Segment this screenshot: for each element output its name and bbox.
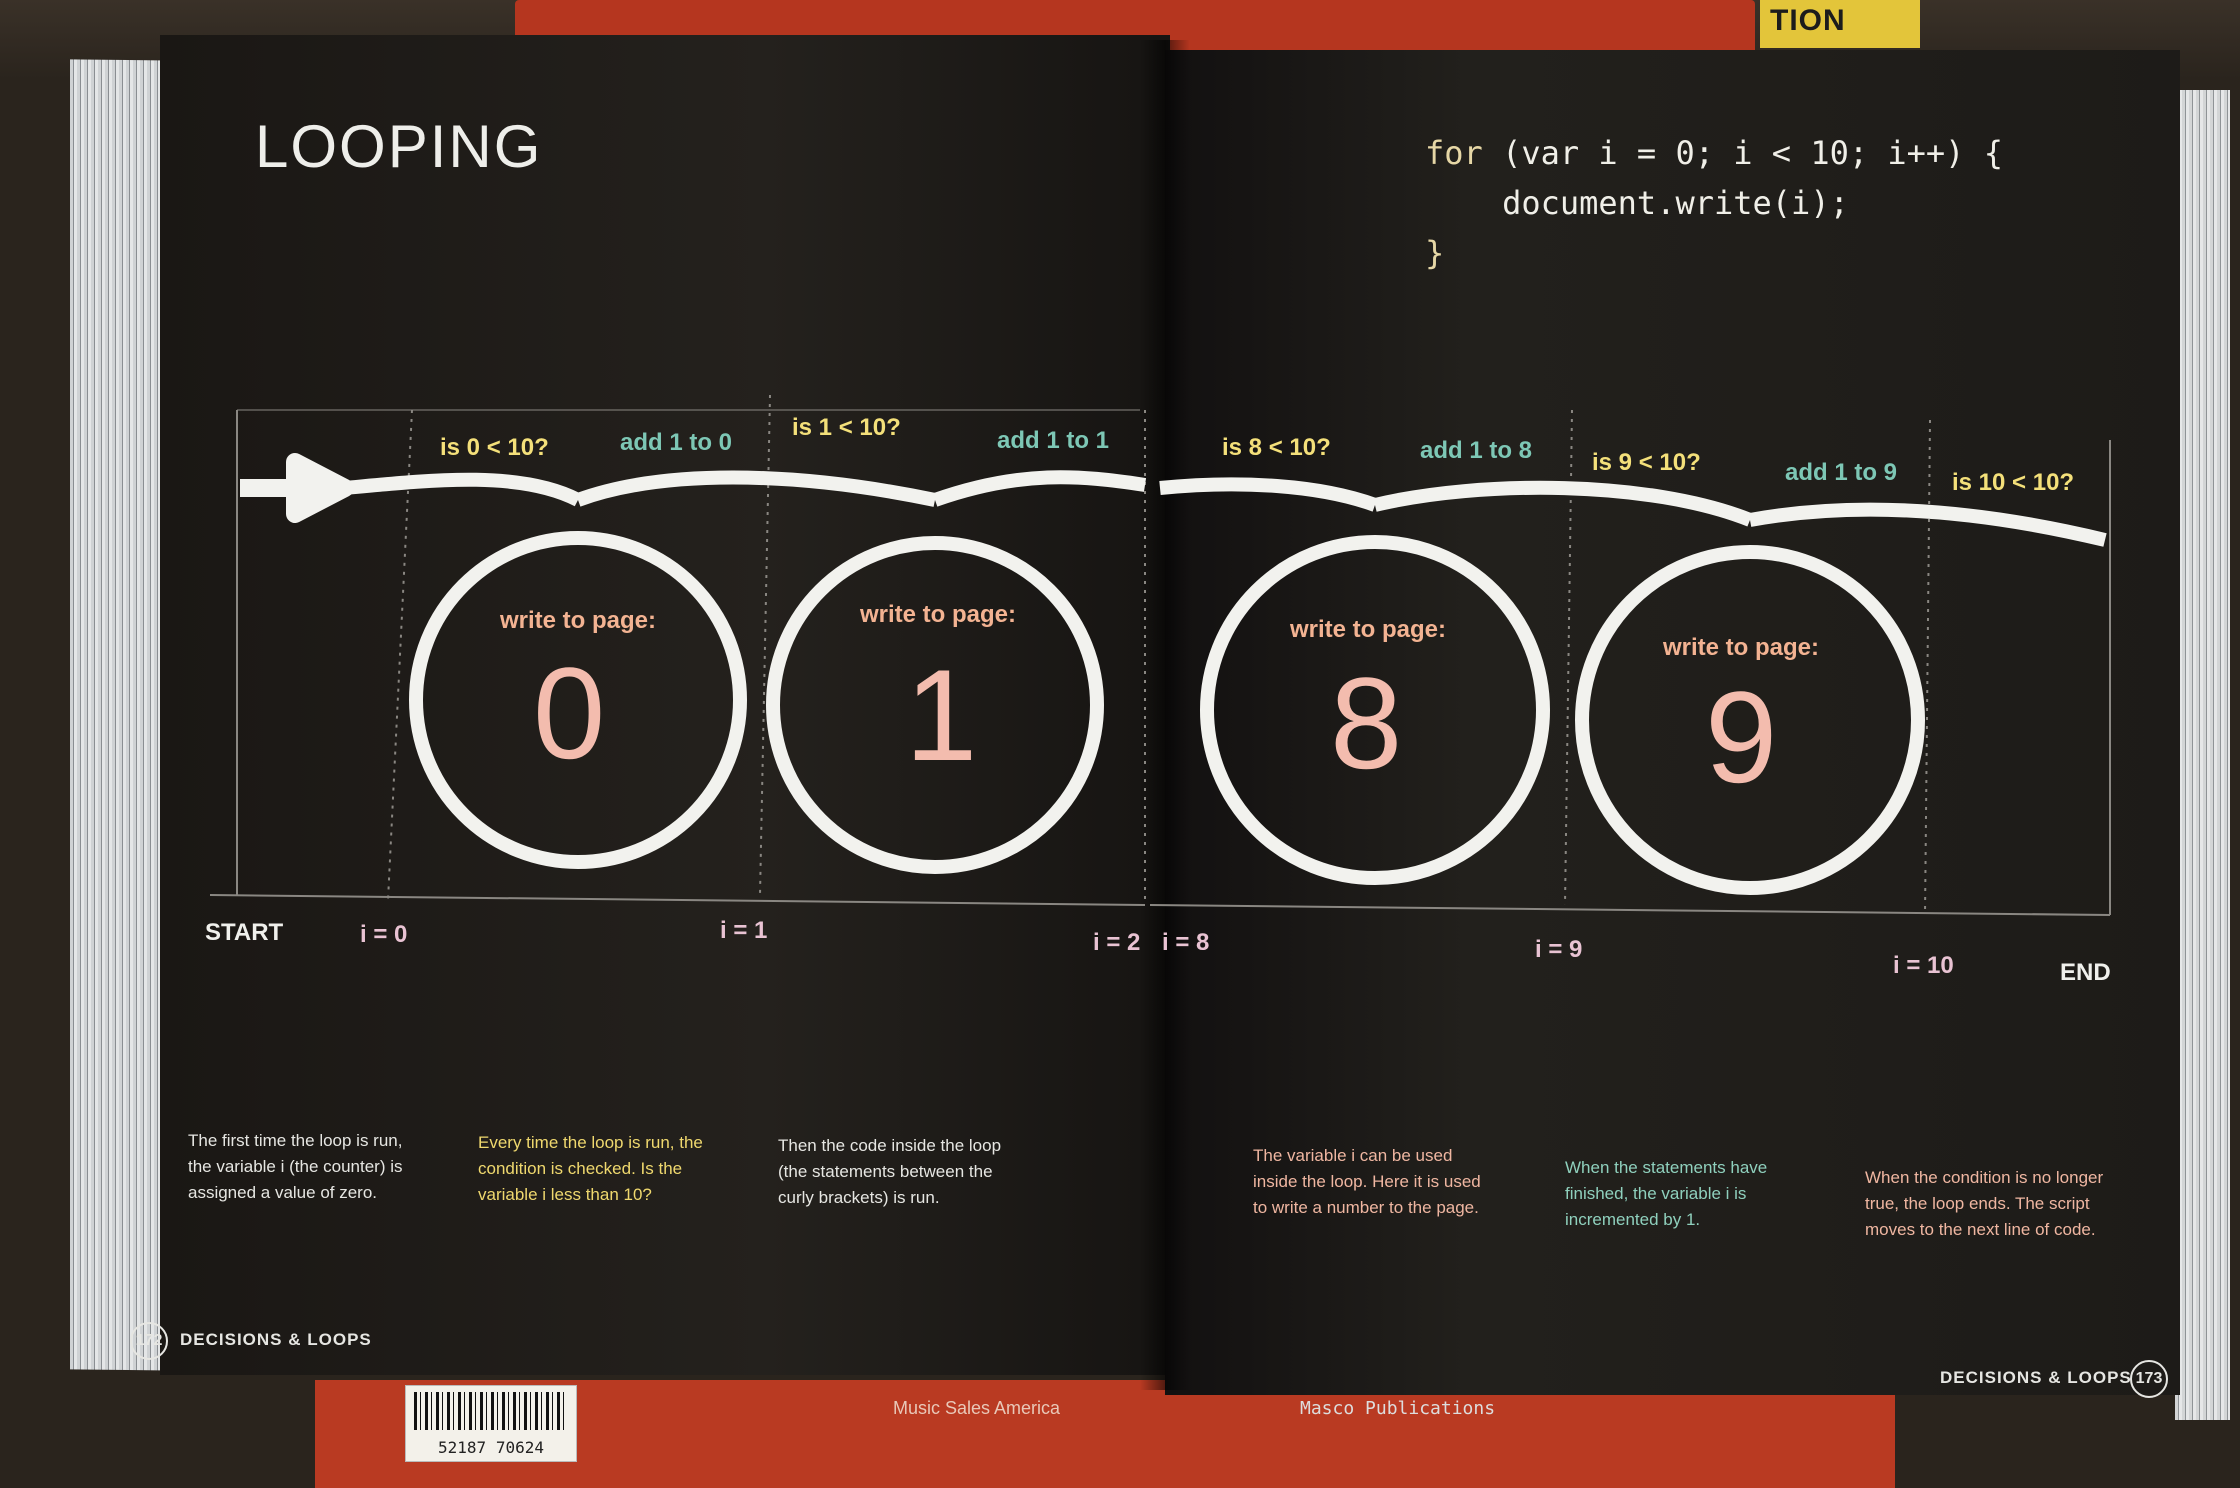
condition-label: is 0 < 10? (440, 434, 549, 461)
increment-label: add 1 to 1 (997, 427, 1109, 454)
increment-label: add 1 to 0 (620, 429, 732, 456)
write-label: write to page: (859, 601, 1016, 628)
counter-label: i = 1 (720, 917, 767, 944)
condition-label: is 1 < 10? (792, 414, 901, 441)
counter-label: i = 10 (1893, 952, 1954, 979)
write-label: write to page: (1289, 616, 1446, 643)
output-digit: 1 (905, 642, 977, 788)
path-segment (1373, 480, 1753, 527)
counter-label: i = 9 (1535, 936, 1582, 963)
output-digit: 8 (1330, 650, 1402, 796)
caption-code-run: Then the code inside the loop (the state… (778, 1136, 1002, 1207)
path-segment (1748, 502, 2107, 547)
path-segment (575, 470, 937, 507)
write-label: write to page: (499, 607, 656, 634)
end-label: END (2060, 959, 2111, 986)
page-number-left: 172 (130, 1322, 168, 1360)
condition-label: is 8 < 10? (1222, 434, 1331, 461)
divider (1924, 419, 1931, 916)
output-digit: 0 (533, 640, 605, 786)
caption-condition: Every time the loop is run, the conditio… (478, 1133, 703, 1204)
caption-loop-end: When the condition is no longer true, th… (1865, 1168, 2104, 1239)
divider (759, 394, 771, 896)
arrow-icon (240, 453, 354, 523)
diagram-baseline-left (209, 894, 1146, 906)
diagram-baseline-right (1149, 904, 2111, 916)
start-label: START (205, 919, 284, 946)
increment-label: add 1 to 9 (1785, 459, 1897, 486)
section-label-right: DECISIONS & LOOPS (1940, 1368, 2132, 1387)
path-segment (932, 470, 1147, 507)
section-label-left: DECISIONS & LOOPS (180, 1330, 372, 1349)
loop-path (344, 470, 2107, 895)
caption-increment: When the statements have finished, the v… (1565, 1158, 1768, 1229)
write-label: write to page: (1662, 634, 1819, 661)
counter-label: i = 8 (1162, 929, 1209, 956)
path-segment (344, 472, 582, 507)
increment-label: add 1 to 8 (1420, 437, 1532, 464)
condition-label: is 10 < 10? (1952, 469, 2074, 496)
condition-label: is 9 < 10? (1592, 449, 1701, 476)
caption-variable-use: The variable i can be used inside the lo… (1253, 1146, 1481, 1217)
output-digit: 9 (1705, 664, 1777, 810)
loop-diagram: is 0 < 10? is 1 < 10? is 8 < 10? is 9 < … (205, 394, 2111, 986)
counter-label: i = 2 (1093, 929, 1140, 956)
page-number-right: 173 (2130, 1360, 2168, 1398)
caption-initialize: The first time the loop is run, the vari… (188, 1131, 403, 1202)
path-segment (1159, 477, 1378, 512)
counter-label: i = 0 (360, 921, 407, 948)
